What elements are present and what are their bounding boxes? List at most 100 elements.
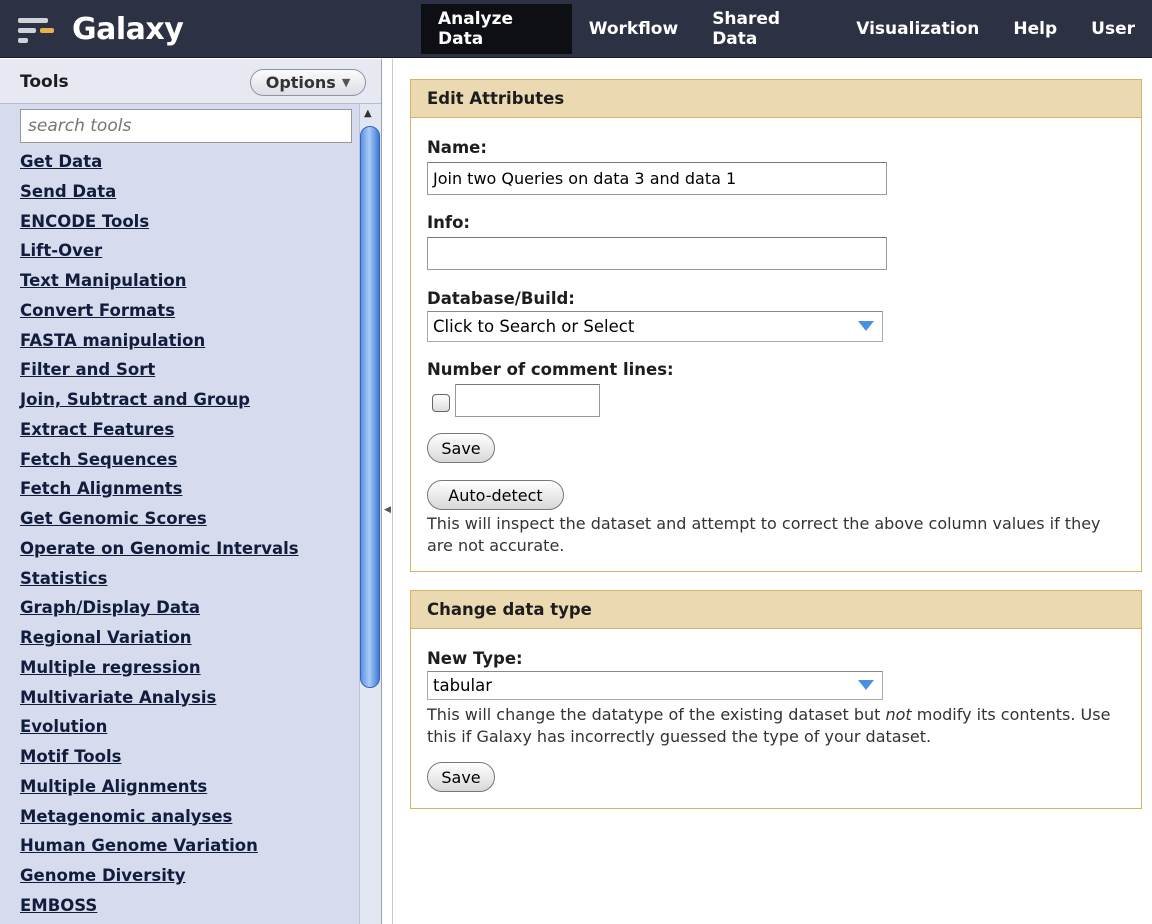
scrollbar-thumb[interactable] [360,126,380,688]
tab-analyze-data[interactable]: Analyze Data [421,4,572,54]
edit-attributes-title: Edit Attributes [411,80,1141,118]
tools-scrollbar[interactable]: ▲ [359,104,381,924]
list-item: Filter and Sort [20,360,360,390]
tool-section-link[interactable]: Send Data [20,182,116,201]
edit-attributes-form: Edit Attributes Name: Join two Queries o… [410,79,1142,572]
change-datatype-help: This will change the datatype of the exi… [427,704,1127,748]
tool-section-link[interactable]: Operate on Genomic Intervals [20,539,299,558]
list-item: Send Data [20,182,360,212]
list-item: Evolution [20,717,360,747]
info-field[interactable] [427,237,887,270]
list-item: Multivariate Analysis [20,688,360,718]
tool-list: Get Data Send Data ENCODE Tools Lift-Ove… [20,152,360,924]
comment-lines-checkbox[interactable] [432,394,450,412]
name-field[interactable]: Join two Queries on data 3 and data 1 [427,162,887,195]
list-item: Lift-Over [20,241,360,271]
tool-section-link[interactable]: Text Manipulation [20,271,186,290]
list-item: Get Genomic Scores [20,509,360,539]
list-item: Extract Features [20,420,360,450]
change-datatype-form: Change data type New Type: tabular This … [410,590,1142,809]
brand-name: Galaxy [72,11,184,47]
tool-section-link[interactable]: Filter and Sort [20,360,155,379]
list-item: Graph/Display Data [20,598,360,628]
tool-section-link[interactable]: Metagenomic analyses [20,807,232,826]
new-type-value: tabular [433,676,492,695]
list-item: Join, Subtract and Group [20,390,360,420]
info-label: Info: [427,213,470,232]
tool-section-link[interactable]: Convert Formats [20,301,175,320]
tool-section-link[interactable]: Get Genomic Scores [20,509,207,528]
list-item: Operate on Genomic Intervals [20,539,360,569]
name-label: Name: [427,138,487,157]
list-item: Regional Variation [20,628,360,658]
comment-lines-label: Number of comment lines: [427,360,674,379]
tool-section-link[interactable]: FASTA manipulation [20,331,205,350]
list-item: Human Genome Variation [20,836,360,866]
list-item: Get Data [20,152,360,182]
help-text-part: This will change the datatype of the exi… [427,705,886,724]
tool-section-link[interactable]: Regional Variation [20,628,192,647]
list-item: FASTA manipulation [20,331,360,361]
tool-section-link[interactable]: Graph/Display Data [20,598,200,617]
options-button-label: Options [265,73,336,92]
database-build-select[interactable]: Click to Search or Select [427,311,883,342]
help-emphasis: not [885,705,912,724]
brand[interactable]: Galaxy [18,8,184,50]
list-item: Genome Diversity [20,866,360,896]
tool-section-link[interactable]: Get Data [20,152,102,171]
tool-section-link[interactable]: Fetch Sequences [20,450,177,469]
list-item: Motif Tools [20,747,360,777]
options-button[interactable]: Options ▼ [250,69,366,96]
tool-section-link[interactable]: Lift-Over [20,241,102,260]
list-item: ENCODE Tools [20,212,360,242]
database-build-value: Click to Search or Select [433,317,635,336]
tool-section-link[interactable]: Extract Features [20,420,174,439]
tab-user[interactable]: User [1074,4,1152,54]
tab-visualization[interactable]: Visualization [839,4,996,54]
scroll-up-arrow-icon[interactable]: ▲ [364,108,372,119]
list-item: Statistics [20,569,360,599]
main-nav: Analyze Data Workflow Shared Data Visual… [421,4,1152,54]
dropdown-arrow-icon [858,680,874,690]
save-attributes-button[interactable]: Save [427,433,495,463]
galaxy-logo-icon [18,14,64,44]
change-datatype-title: Change data type [411,591,1141,629]
chevron-down-icon: ▼ [341,76,351,89]
tool-section-link[interactable]: EMBOSS [20,896,97,915]
collapse-panel-icon[interactable]: ◀ [384,505,391,515]
main-panel: Edit Attributes Name: Join two Queries o… [392,59,1152,924]
tools-panel-header: Tools Options ▼ [0,59,381,104]
list-item: Multiple Alignments [20,777,360,807]
auto-detect-button[interactable]: Auto-detect [427,480,564,510]
masthead: Galaxy Analyze Data Workflow Shared Data… [0,0,1152,58]
tool-section-link[interactable]: Motif Tools [20,747,121,766]
list-item: Convert Formats [20,301,360,331]
tab-shared-data[interactable]: Shared Data [695,4,839,54]
auto-detect-help: This will inspect the dataset and attemp… [427,514,1101,555]
list-item: Fetch Alignments [20,479,360,509]
tool-section-link[interactable]: ENCODE Tools [20,212,149,231]
list-item: Text Manipulation [20,271,360,301]
search-tools-input[interactable] [20,109,352,143]
list-item: Metagenomic analyses [20,807,360,837]
tool-section-link[interactable]: Evolution [20,717,107,736]
tool-section-link[interactable]: Human Genome Variation [20,836,258,855]
new-type-label: New Type: [427,649,523,668]
tools-panel-title: Tools [20,72,69,92]
dropdown-arrow-icon [858,321,874,331]
tool-section-link[interactable]: Genome Diversity [20,866,186,885]
tools-panel: Tools Options ▼ Get Data Send Data ENCOD… [0,59,382,924]
tool-section-link[interactable]: Statistics [20,569,107,588]
tab-workflow[interactable]: Workflow [572,4,696,54]
tool-section-link[interactable]: Join, Subtract and Group [20,390,250,409]
comment-lines-field[interactable] [455,384,600,417]
tab-help[interactable]: Help [996,4,1074,54]
tool-section-link[interactable]: Multivariate Analysis [20,688,216,707]
tool-section-link[interactable]: Fetch Alignments [20,479,182,498]
list-item: Fetch Sequences [20,450,360,480]
new-type-select[interactable]: tabular [427,671,883,700]
save-datatype-button[interactable]: Save [427,762,495,792]
tool-section-link[interactable]: Multiple regression [20,658,201,677]
tool-section-link[interactable]: Multiple Alignments [20,777,207,796]
list-item: Multiple regression [20,658,360,688]
